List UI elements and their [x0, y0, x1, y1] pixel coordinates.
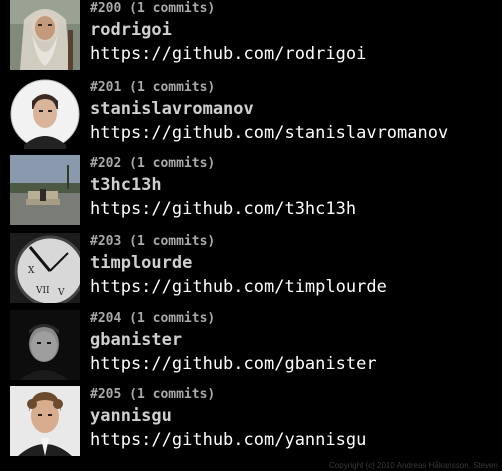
- contributor-profile-link[interactable]: https://github.com/timplourde: [90, 276, 387, 298]
- contributor-entry: #204 (1 commits) gbanister https://githu…: [0, 310, 502, 382]
- contributor-rank: #200 (1 commits): [90, 1, 216, 16]
- svg-text:VII: VII: [35, 286, 50, 296]
- contributor-rank: #202 (1 commits): [90, 156, 216, 171]
- svg-text:X: X: [28, 266, 35, 276]
- svg-text:V: V: [57, 288, 65, 298]
- curly-hair-portrait-avatar: [10, 386, 80, 456]
- contributor-rank: #203 (1 commits): [90, 234, 216, 249]
- contributor-entry: #202 (1 commits) t3hc13h https://github.…: [0, 155, 502, 227]
- dark-portrait-avatar: [10, 310, 80, 380]
- contributor-entry: #201 (1 commits) stanislavromanov https:…: [0, 79, 502, 151]
- contributor-username[interactable]: rodrigoi: [90, 19, 172, 41]
- contributor-entry: #200 (1 commits) rodrigoi https://github…: [0, 0, 502, 72]
- contributor-entry: #205 (1 commits) yannisgu https://github…: [0, 386, 502, 458]
- contributor-username[interactable]: timplourde: [90, 252, 192, 274]
- contributor-profile-link[interactable]: https://github.com/t3hc13h: [90, 198, 356, 220]
- contributor-rank: #204 (1 commits): [90, 311, 216, 326]
- portrait-avatar: [10, 79, 80, 149]
- clock-avatar: X VII V: [10, 233, 80, 303]
- contributor-entry: X VII V #203 (1 commits) timplourde http…: [0, 233, 502, 305]
- contributor-username[interactable]: gbanister: [90, 329, 182, 351]
- contributor-profile-link[interactable]: https://github.com/yannisgu: [90, 429, 366, 451]
- contributor-username[interactable]: stanislavromanov: [90, 98, 254, 120]
- contributor-username[interactable]: t3hc13h: [90, 174, 162, 196]
- bearded-wizard-avatar: [10, 0, 80, 70]
- contributor-profile-link[interactable]: https://github.com/gbanister: [90, 353, 377, 375]
- copyright-notice: Copyright (c) 2010 Andreas Håkansson, St…: [329, 461, 498, 470]
- couch-landscape-avatar: [10, 155, 80, 225]
- contributor-rank: #205 (1 commits): [90, 387, 216, 402]
- contributor-username[interactable]: yannisgu: [90, 405, 172, 427]
- contributor-profile-link[interactable]: https://github.com/rodrigoi: [90, 43, 366, 65]
- contributor-profile-link[interactable]: https://github.com/stanislavromanov: [90, 122, 448, 144]
- contributor-rank: #201 (1 commits): [90, 80, 216, 95]
